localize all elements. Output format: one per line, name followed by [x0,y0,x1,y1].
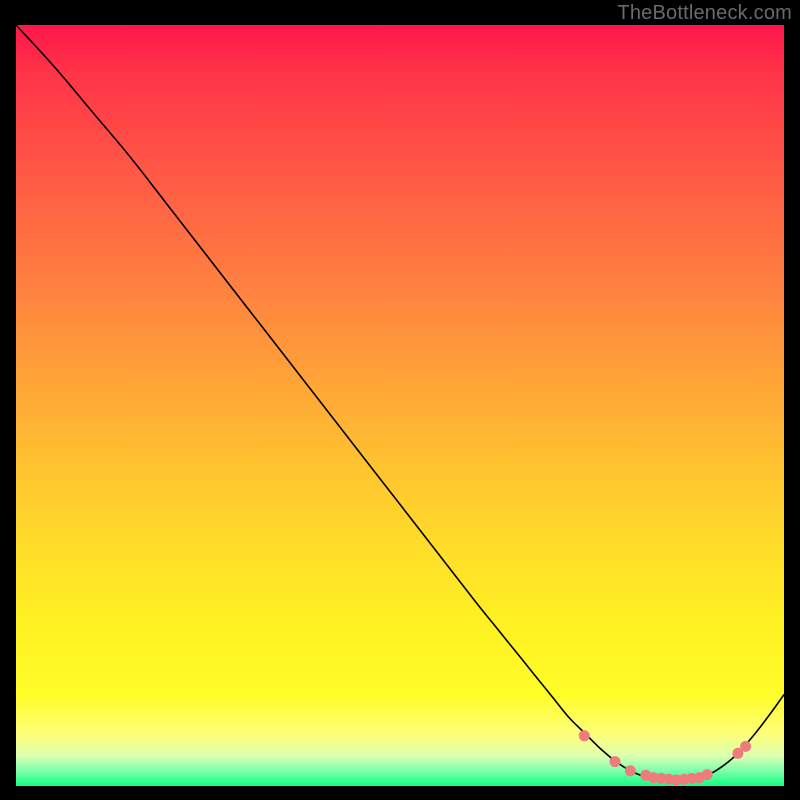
highlight-dot [579,730,590,741]
highlight-dot [702,769,713,780]
highlight-dot [610,756,621,767]
watermark-text: TheBottleneck.com [617,2,792,25]
highlight-dot [740,741,751,752]
plot-area [16,25,784,786]
optimal-range-dots [579,730,751,785]
highlight-dot [625,765,636,776]
bottleneck-curve-path [16,25,784,781]
chart-frame: TheBottleneck.com [0,0,800,800]
chart-svg [16,25,784,786]
